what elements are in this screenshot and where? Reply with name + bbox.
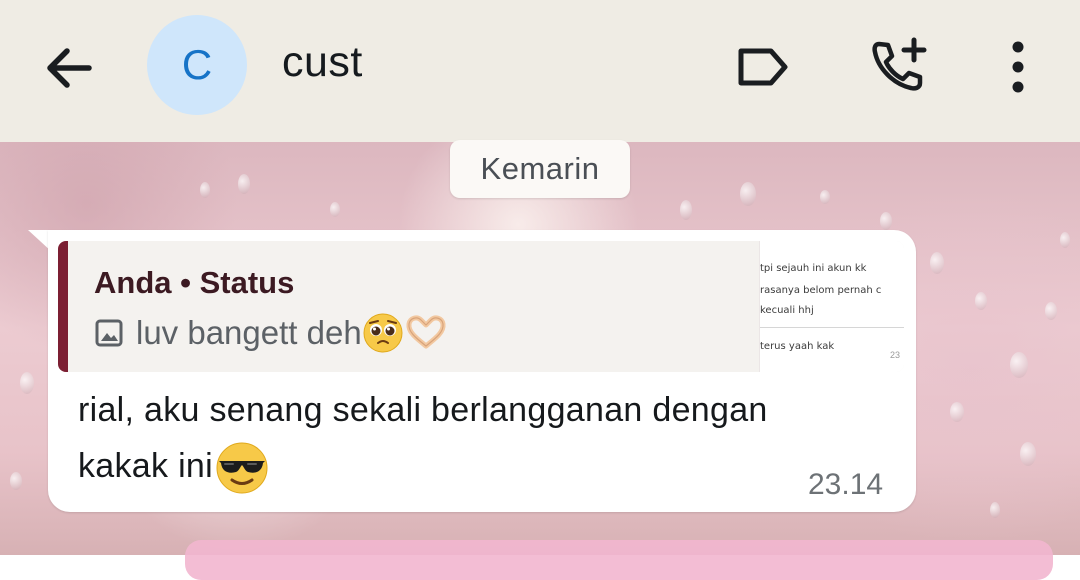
thumbnail-text-line: rasanya belom pernah c <box>760 285 882 296</box>
thumbnail-time: 23 <box>889 350 900 360</box>
quoted-status-reply[interactable]: Anda • Status luv bangett deh tpi sejauh… <box>58 241 904 372</box>
date-separator: Kemarin <box>450 140 630 198</box>
chat-header: C cust <box>0 0 1080 142</box>
quote-accent-bar <box>58 241 68 372</box>
avatar-letter: C <box>181 41 213 88</box>
quote-source: Status <box>199 265 295 300</box>
arrow-left-icon <box>47 48 92 88</box>
quote-author-name: Anda <box>94 265 172 300</box>
label-tag-icon <box>738 48 788 86</box>
message-line: rial, aku senang sekali berlangganan den… <box>78 391 768 429</box>
quote-separator: • <box>180 265 191 300</box>
contact-name-fade <box>380 30 450 85</box>
more-options-button[interactable] <box>984 35 1052 99</box>
add-call-button[interactable] <box>864 35 932 99</box>
quote-author: Anda • Status <box>94 265 294 301</box>
thumbnail-text-line: tpi sejauh ini akun kk <box>760 263 867 274</box>
image-icon <box>95 319 123 347</box>
quote-content: luv bangett deh <box>94 312 448 354</box>
status-thumbnail: tpi sejauh ini akun kk rasanya belom per… <box>759 241 904 372</box>
message-line-2: kakak ini <box>78 438 858 495</box>
message-time: 23.14 <box>808 468 884 501</box>
back-button[interactable] <box>38 38 98 98</box>
contact-name[interactable]: cust <box>282 38 363 87</box>
pleading-face-emoji <box>363 313 403 353</box>
label-button[interactable] <box>728 35 796 99</box>
thumbnail-text-line: kecuali hhj <box>760 305 814 316</box>
message-text: rial, aku senang sekali berlangganan den… <box>78 382 858 495</box>
next-message-bubble[interactable] <box>185 540 1053 580</box>
message-line: kakak ini <box>78 447 213 485</box>
phone-plus-icon <box>872 37 927 91</box>
quote-text: luv bangett deh <box>136 314 362 351</box>
smiling-face-with-sunglasses-emoji <box>216 442 268 494</box>
thumbnail-text-line: terus yaah kak <box>760 341 835 352</box>
heart-hands-emoji <box>406 315 446 349</box>
more-vert-icon <box>1012 41 1024 93</box>
avatar[interactable]: C <box>147 15 247 115</box>
thumbnail-divider <box>760 327 904 328</box>
